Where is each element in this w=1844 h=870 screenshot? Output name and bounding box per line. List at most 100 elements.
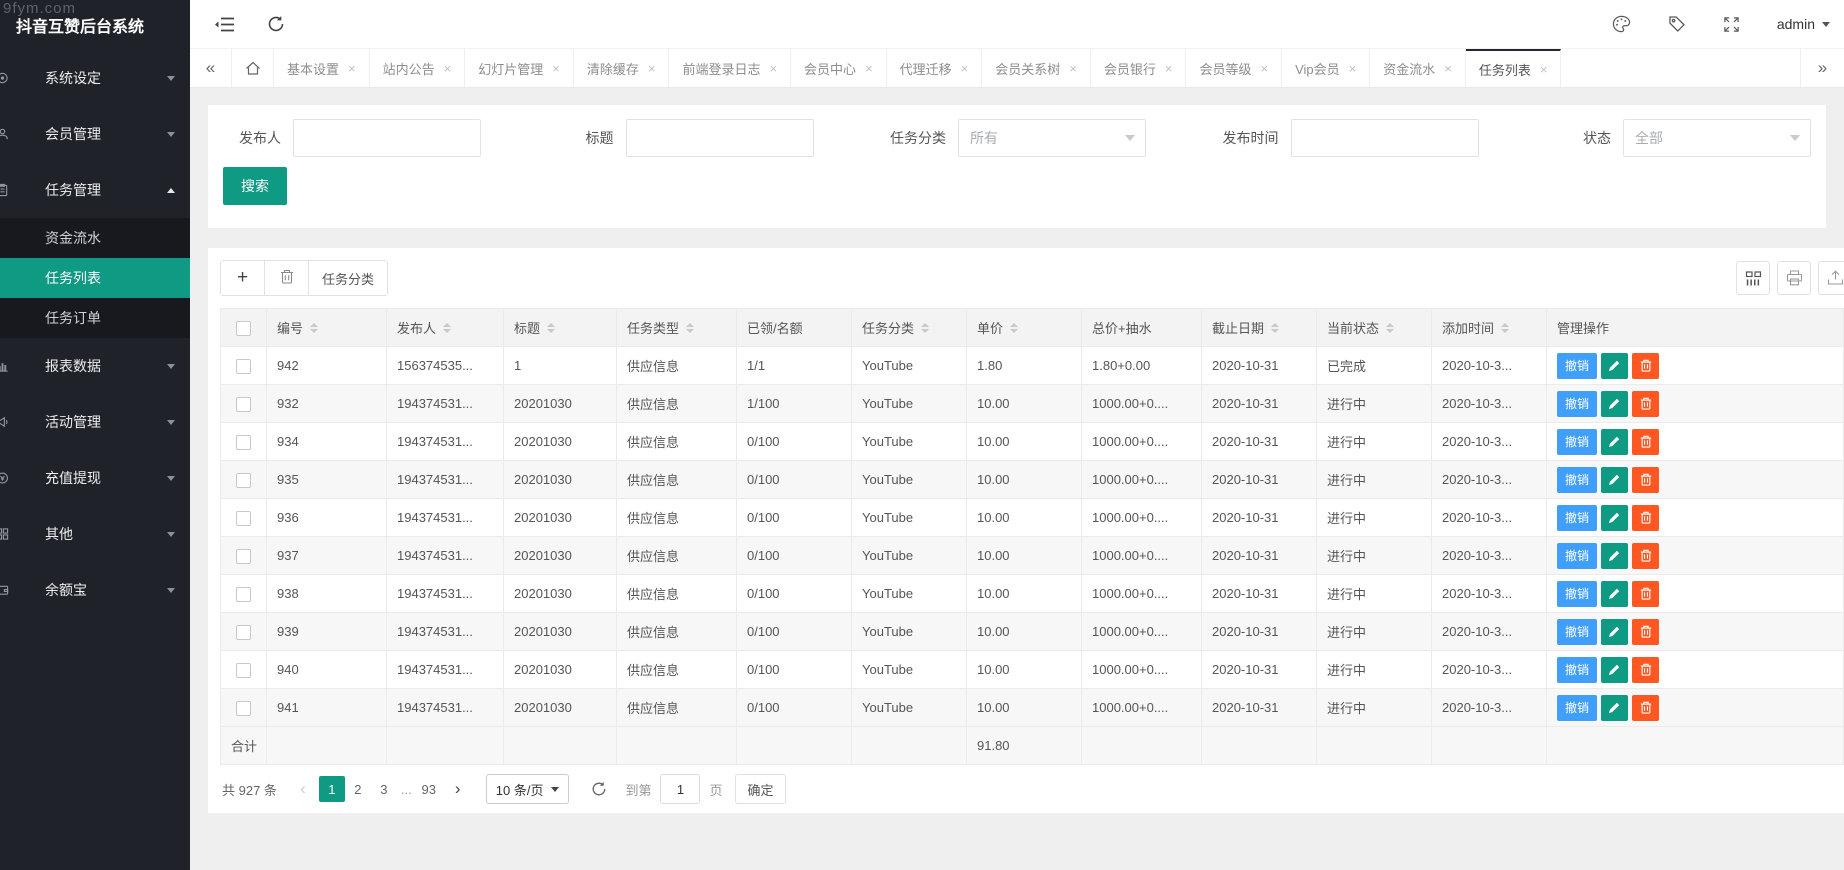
delete-row-button[interactable] [1632,695,1659,721]
tab-close-icon[interactable]: × [648,61,656,76]
sidebar-item-system-settings[interactable]: 系统设定 [0,50,190,106]
tab-fund-flow[interactable]: 资金流水× [1370,49,1466,87]
row-checkbox[interactable] [236,549,251,564]
prev-page-icon[interactable]: ‹ [291,779,315,799]
sidebar-item-task-management[interactable]: 任务管理 [0,162,190,218]
tab-frontend-login-log[interactable]: 前端登录日志× [669,49,791,87]
row-checkbox[interactable] [236,435,251,450]
row-checkbox[interactable] [236,587,251,602]
add-button[interactable]: + [221,261,265,295]
revoke-button[interactable]: 撤销 [1557,543,1597,569]
tab-close-icon[interactable]: × [1165,61,1173,76]
column-header-task-type[interactable]: 任务类型 [617,309,737,347]
revoke-button[interactable]: 撤销 [1557,581,1597,607]
column-header-add-time[interactable]: 添加时间 [1432,309,1547,347]
columns-icon[interactable] [1736,261,1770,295]
sidebar-item-member-management[interactable]: 会员管理 [0,106,190,162]
tab-member-relation-tree[interactable]: 会员关系树× [982,49,1091,87]
delete-row-button[interactable] [1632,581,1659,607]
tabs-scroll-right-button[interactable]: » [1800,49,1844,87]
tab-close-icon[interactable]: × [865,61,873,76]
sidebar-item-yuebao[interactable]: 余额宝 [0,562,190,618]
page-number-93[interactable]: 93 [416,776,442,802]
reload-table-icon[interactable] [591,781,607,797]
collapse-sidebar-icon[interactable] [214,16,235,33]
tab-clear-cache[interactable]: 清除缓存× [574,49,670,87]
status-select[interactable]: 全部 [1623,119,1811,157]
revoke-button[interactable]: 撤销 [1557,695,1597,721]
row-checkbox[interactable] [236,397,251,412]
tab-member-bank[interactable]: 会员银行× [1091,49,1187,87]
delete-row-button[interactable] [1632,353,1659,379]
page-number-2[interactable]: 2 [345,776,371,802]
delete-row-button[interactable] [1632,543,1659,569]
column-header-current-status[interactable]: 当前状态 [1317,309,1432,347]
row-checkbox[interactable] [236,701,251,716]
task-category-select[interactable]: 所有 [958,119,1146,157]
revoke-button[interactable]: 撤销 [1557,391,1597,417]
tab-close-icon[interactable]: × [1444,61,1452,76]
tab-agent-migration[interactable]: 代理迁移× [887,49,983,87]
page-size-select[interactable]: 10 条/页 [486,774,570,804]
sort-icon[interactable] [310,323,318,333]
column-header-unit-price[interactable]: 单价 [967,309,1082,347]
tab-member-level[interactable]: 会员等级× [1186,49,1282,87]
goto-confirm-button[interactable]: 确定 [735,774,785,804]
delete-row-button[interactable] [1632,505,1659,531]
row-checkbox[interactable] [236,473,251,488]
delete-row-button[interactable] [1632,429,1659,455]
sidebar-item-report-data[interactable]: 报表数据 [0,338,190,394]
home-tab[interactable] [232,49,274,87]
sort-icon[interactable] [1010,323,1018,333]
column-header-title[interactable]: 标题 [504,309,617,347]
tab-close-icon[interactable]: × [1540,62,1548,77]
tab-close-icon[interactable]: × [348,61,356,76]
title-input[interactable] [626,119,814,157]
revoke-button[interactable]: 撤销 [1557,505,1597,531]
tab-member-center[interactable]: 会员中心× [791,49,887,87]
tab-close-icon[interactable]: × [961,61,969,76]
edit-button[interactable] [1601,353,1628,379]
revoke-button[interactable]: 撤销 [1557,619,1597,645]
tab-close-icon[interactable]: × [552,61,560,76]
tab-basic-settings[interactable]: 基本设置× [274,49,370,87]
sidebar-item-activity-management[interactable]: 活动管理 [0,394,190,450]
edit-button[interactable] [1601,467,1628,493]
edit-button[interactable] [1601,581,1628,607]
tab-slideshow-management[interactable]: 幻灯片管理× [465,49,574,87]
delete-row-button[interactable] [1632,619,1659,645]
publish-time-input[interactable] [1291,119,1479,157]
sort-icon[interactable] [1501,323,1509,333]
edit-button[interactable] [1601,657,1628,683]
search-button[interactable]: 搜索 [223,167,287,205]
fullscreen-icon[interactable] [1723,16,1740,33]
tab-close-icon[interactable]: × [1261,61,1269,76]
column-header-deadline[interactable]: 截止日期 [1202,309,1317,347]
next-page-icon[interactable]: › [446,779,470,799]
column-header-task-category[interactable]: 任务分类 [852,309,967,347]
export-icon[interactable] [1818,261,1844,295]
delete-button[interactable] [265,261,309,295]
sort-icon[interactable] [443,323,451,333]
row-checkbox[interactable] [236,359,251,374]
print-icon[interactable] [1777,261,1811,295]
tab-site-announcement[interactable]: 站内公告× [370,49,466,87]
column-header-publisher[interactable]: 发布人 [387,309,504,347]
tab-vip-member[interactable]: Vip会员× [1282,49,1370,87]
revoke-button[interactable]: 撤销 [1557,657,1597,683]
palette-icon[interactable] [1612,15,1631,33]
tab-close-icon[interactable]: × [769,61,777,76]
tab-close-icon[interactable]: × [1349,61,1357,76]
revoke-button[interactable]: 撤销 [1557,429,1597,455]
edit-button[interactable] [1601,695,1628,721]
revoke-button[interactable]: 撤销 [1557,353,1597,379]
column-header-id[interactable]: 编号 [267,309,387,347]
sidebar-item-recharge-withdraw[interactable]: 充值提现 [0,450,190,506]
publisher-input[interactable] [293,119,481,157]
tab-close-icon[interactable]: × [1069,61,1077,76]
row-checkbox[interactable] [236,663,251,678]
sort-icon[interactable] [1386,323,1394,333]
refresh-icon[interactable] [267,15,285,33]
edit-button[interactable] [1601,619,1628,645]
edit-button[interactable] [1601,391,1628,417]
